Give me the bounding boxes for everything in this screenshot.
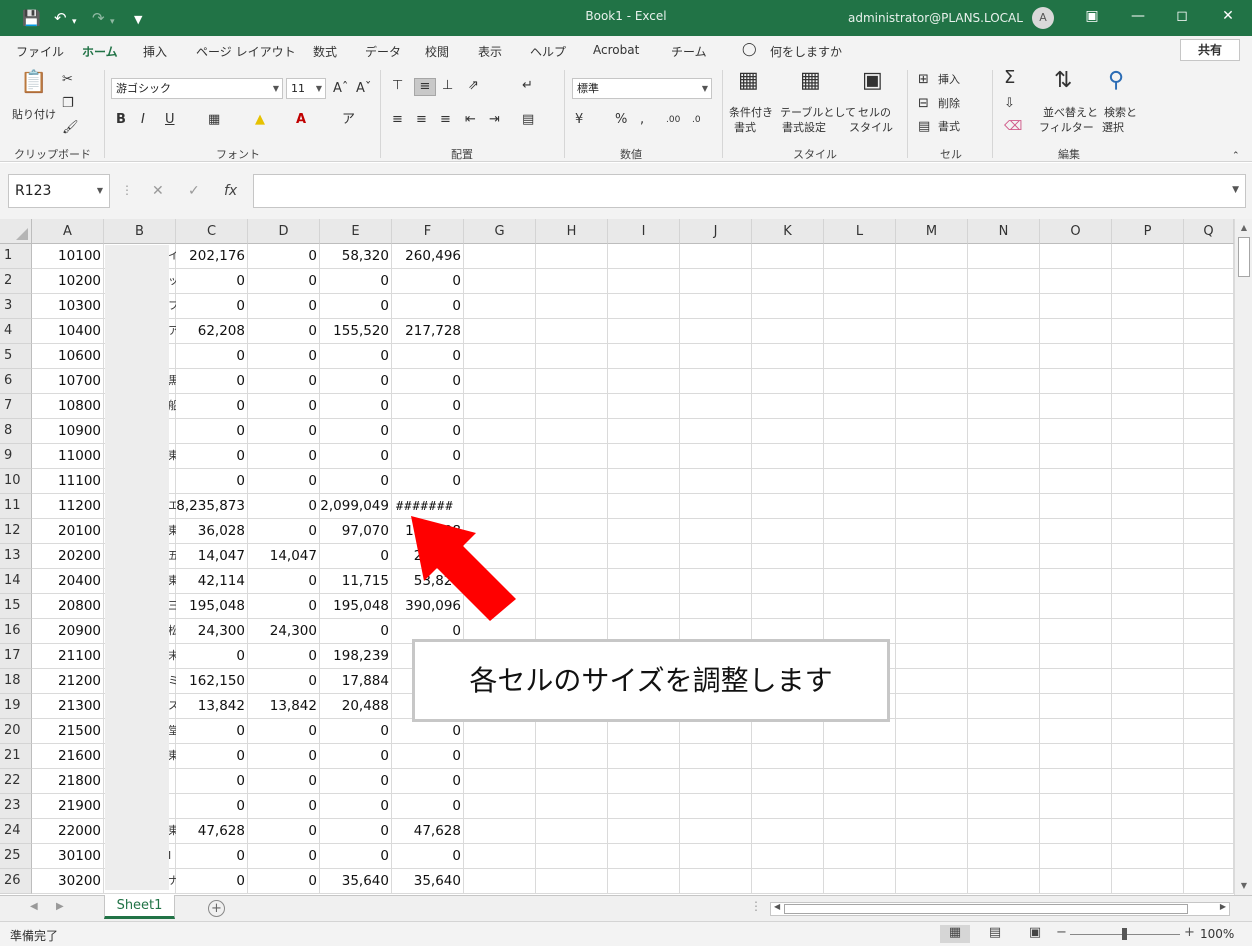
- splitter-icon[interactable]: ⋮: [750, 899, 762, 913]
- page-layout-view-icon[interactable]: ▤: [980, 925, 1010, 943]
- zoom-slider-knob[interactable]: [1122, 928, 1127, 940]
- sheet-tab-sheet1[interactable]: Sheet1: [104, 895, 175, 919]
- scroll-left-icon[interactable]: ◀: [774, 902, 780, 911]
- sheet-tab-bar: ◀ ▶ Sheet1 + ⋮ ◀ ▶: [0, 895, 1252, 921]
- add-sheet-icon[interactable]: +: [208, 900, 225, 917]
- normal-view-icon[interactable]: ▦: [940, 925, 970, 943]
- hscroll-thumb[interactable]: [784, 904, 1188, 914]
- zoom-in-icon[interactable]: +: [1184, 925, 1195, 940]
- page-break-view-icon[interactable]: ▣: [1020, 925, 1050, 943]
- zoom-out-icon[interactable]: −: [1056, 925, 1067, 940]
- zoom-level[interactable]: 100%: [1200, 927, 1234, 941]
- scroll-right-icon[interactable]: ▶: [1220, 902, 1226, 911]
- next-sheet-icon[interactable]: ▶: [56, 901, 64, 912]
- status-bar: 準備完了 ▦ ▤ ▣ − + 100%: [0, 921, 1252, 946]
- prev-sheet-icon[interactable]: ◀: [30, 901, 38, 912]
- status-ready: 準備完了: [10, 929, 59, 943]
- horizontal-scrollbar[interactable]: ◀ ▶: [770, 902, 1230, 916]
- red-arrow-icon: [411, 516, 516, 621]
- instruction-callout: 各セルのサイズを調整します: [412, 639, 890, 722]
- annotation-arrow: [411, 516, 516, 621]
